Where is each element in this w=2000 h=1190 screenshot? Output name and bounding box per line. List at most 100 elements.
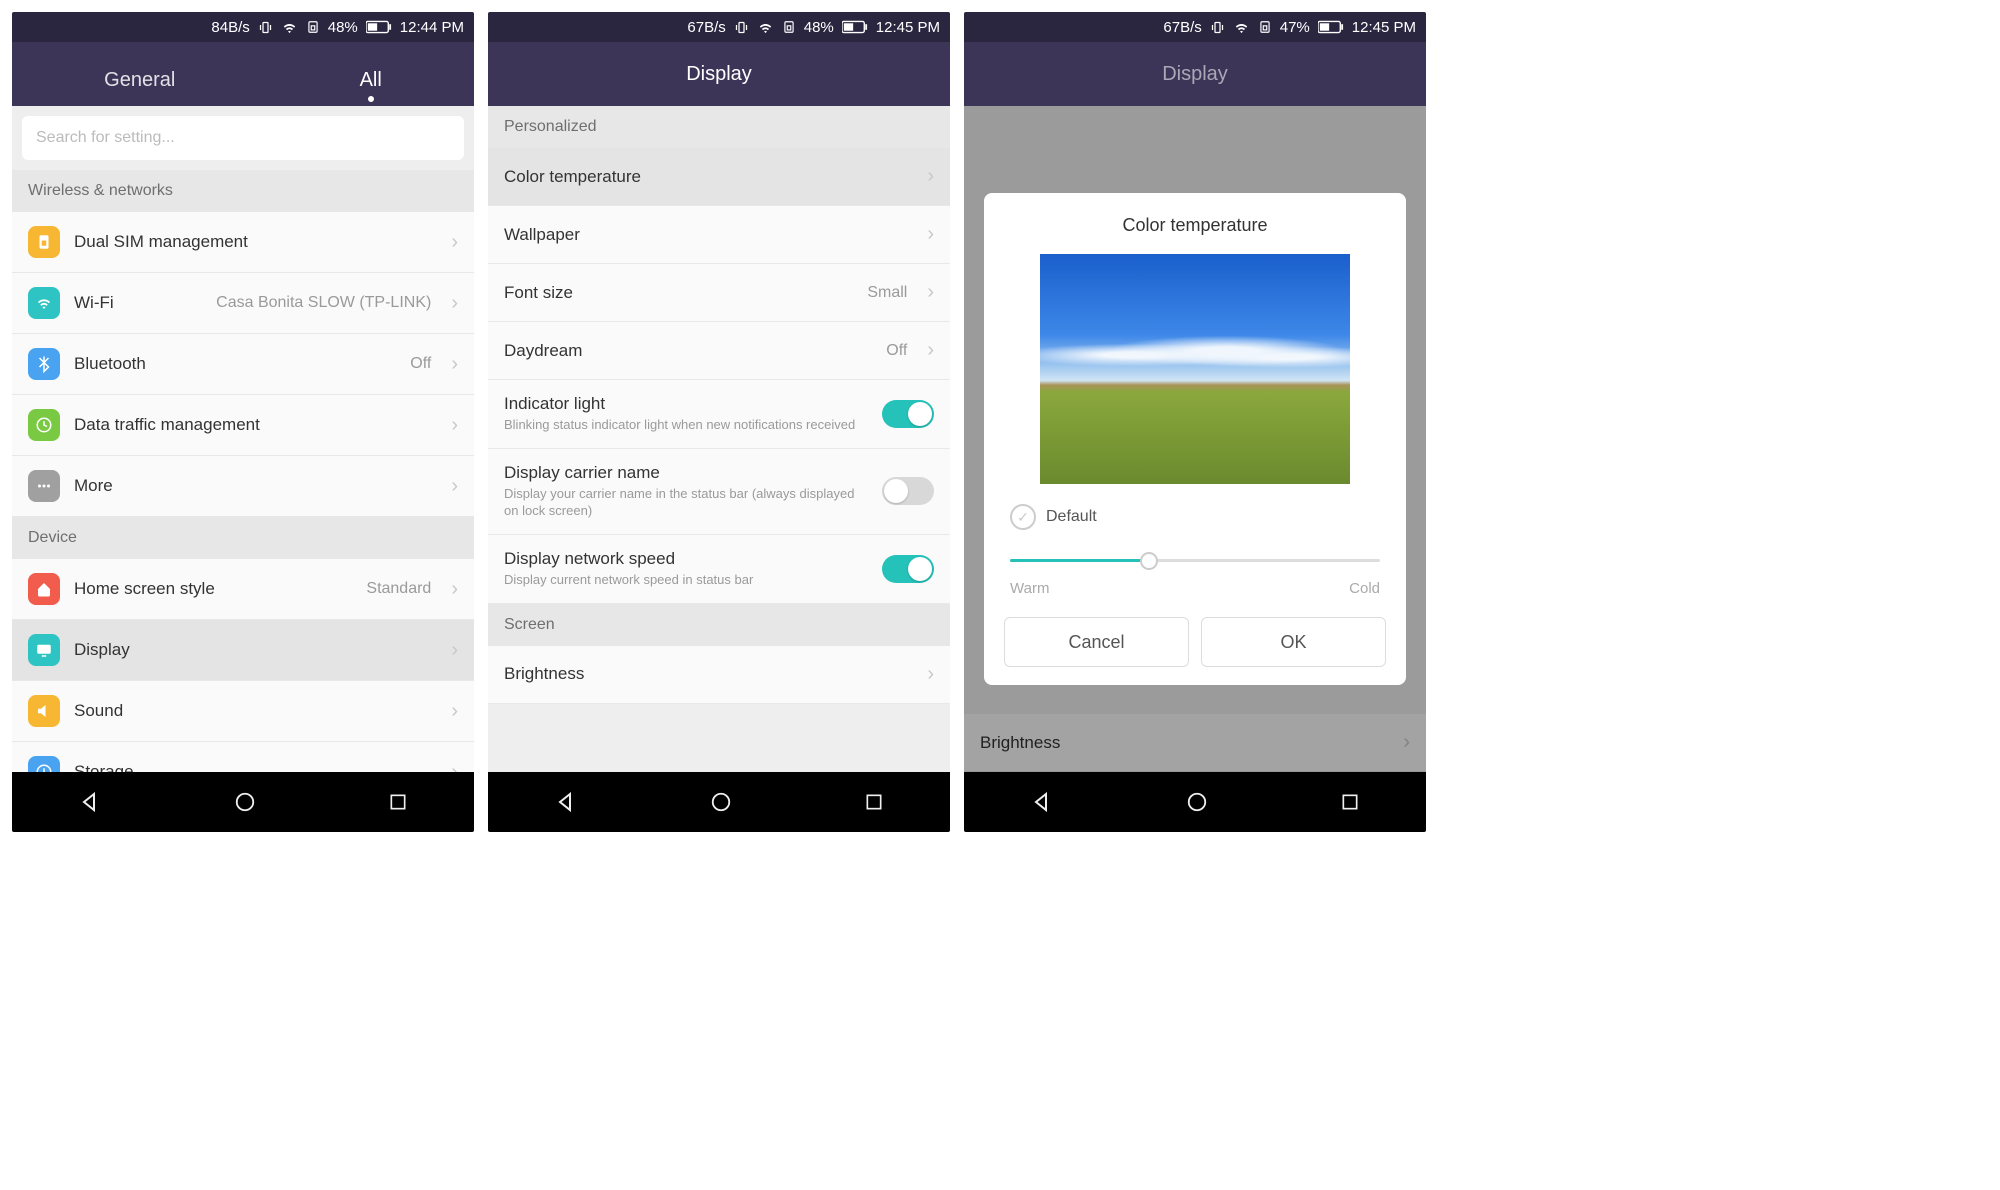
- row-daydream[interactable]: Daydream Off ›: [488, 322, 950, 380]
- chevron-right-icon: ›: [927, 339, 934, 362]
- modal-overlay[interactable]: Color temperature ✓ Default Warm Cold Ca…: [964, 106, 1426, 772]
- sim-icon: [782, 20, 796, 34]
- row-home-screen-style[interactable]: Home screen styleStandard›: [12, 559, 474, 620]
- sim-icon: [1258, 20, 1272, 34]
- dialog-buttons: Cancel OK: [1004, 617, 1386, 667]
- toggle[interactable]: [882, 555, 934, 583]
- row-more[interactable]: More ›: [12, 456, 474, 517]
- sim-icon: [306, 20, 320, 34]
- row-sub: Blinking status indicator light when new…: [504, 417, 868, 434]
- phone-display-settings: 67B/s 48% 12:45 PM Display Personalized …: [488, 12, 950, 832]
- phone-color-temperature-dialog: 67B/s 47% 12:45 PM Display Brightness › …: [964, 12, 1426, 832]
- row-indicator-light[interactable]: Indicator lightBlinking status indicator…: [488, 380, 950, 449]
- row-color-temperature[interactable]: Color temperature›: [488, 148, 950, 206]
- chevron-right-icon: ›: [927, 663, 934, 686]
- nav-home[interactable]: [234, 791, 256, 813]
- tab-all[interactable]: All: [360, 69, 382, 106]
- chevron-right-icon: ›: [927, 223, 934, 246]
- clock: 12:45 PM: [1352, 19, 1416, 36]
- row-value: Off: [886, 342, 907, 360]
- clock: 12:44 PM: [400, 19, 464, 36]
- row-brightness[interactable]: Brightness ›: [488, 646, 950, 704]
- nav-home[interactable]: [1186, 791, 1208, 813]
- toggle[interactable]: [882, 477, 934, 505]
- slider-fill: [1010, 559, 1147, 562]
- battery-percent: 48%: [328, 19, 358, 36]
- nav-bar: [488, 772, 950, 832]
- label-brightness: Brightness: [504, 664, 913, 684]
- battery-icon: [366, 20, 392, 34]
- label-warm: Warm: [1010, 580, 1049, 597]
- nav-bar: [12, 772, 474, 832]
- network-speed: 67B/s: [687, 19, 725, 36]
- row-value: Casa Bonita SLOW (TP-LINK): [216, 294, 431, 312]
- temperature-slider[interactable]: [1010, 546, 1380, 576]
- slider-labels: Warm Cold: [1004, 580, 1386, 617]
- color-temperature-dialog: Color temperature ✓ Default Warm Cold Ca…: [984, 193, 1406, 685]
- label-cold: Cold: [1349, 580, 1380, 597]
- row-display-network-speed[interactable]: Display network speedDisplay current net…: [488, 535, 950, 604]
- row-sub: Display your carrier name in the status …: [504, 486, 868, 520]
- battery-percent: 48%: [804, 19, 834, 36]
- nav-back[interactable]: [1030, 790, 1054, 814]
- phone-settings-all: 84B/s 48% 12:44 PM General All Search fo…: [12, 12, 474, 832]
- row-data-traffic-management[interactable]: Data traffic management ›: [12, 395, 474, 456]
- row-font-size[interactable]: Font sizeSmall›: [488, 264, 950, 322]
- default-checkbox-row[interactable]: ✓ Default: [1004, 504, 1386, 546]
- page-title: Display: [686, 63, 752, 86]
- row-bluetooth[interactable]: BluetoothOff›: [12, 334, 474, 395]
- row-display-carrier-name[interactable]: Display carrier nameDisplay your carrier…: [488, 449, 950, 535]
- chevron-right-icon: ›: [451, 761, 458, 773]
- display-icon: [28, 634, 60, 666]
- row-label: Storage: [74, 762, 437, 772]
- preview-image: [1040, 254, 1350, 484]
- status-bar: 84B/s 48% 12:44 PM: [12, 12, 474, 42]
- slider-thumb[interactable]: [1140, 552, 1158, 570]
- display-body: Personalized Color temperature›Wallpaper…: [488, 106, 950, 772]
- nav-recent[interactable]: [864, 792, 884, 812]
- nav-bar: [964, 772, 1426, 832]
- row-sound[interactable]: Sound›: [12, 681, 474, 742]
- row-label: More: [74, 476, 437, 496]
- page-title: Display: [1162, 63, 1228, 86]
- chevron-right-icon: ›: [451, 475, 458, 498]
- tab-general[interactable]: General: [104, 69, 175, 106]
- nav-back[interactable]: [78, 790, 102, 814]
- toggle[interactable]: [882, 400, 934, 428]
- search-input[interactable]: Search for setting...: [22, 116, 464, 160]
- chevron-right-icon: ›: [451, 578, 458, 601]
- default-label: Default: [1046, 508, 1097, 526]
- row-label: Bluetooth: [74, 354, 396, 374]
- search-placeholder: Search for setting...: [36, 129, 175, 147]
- storage-icon: [28, 756, 60, 772]
- row-label: Color temperature: [504, 167, 913, 187]
- row-label: Daydream: [504, 341, 872, 361]
- cancel-button[interactable]: Cancel: [1004, 617, 1189, 667]
- page-title-bar: Display: [964, 42, 1426, 106]
- nav-home[interactable]: [710, 791, 732, 813]
- bt-icon: [28, 348, 60, 380]
- network-speed: 84B/s: [211, 19, 249, 36]
- row-value: Small: [867, 284, 907, 302]
- row-wi-fi[interactable]: Wi-FiCasa Bonita SLOW (TP-LINK)›: [12, 273, 474, 334]
- row-dual-sim-management[interactable]: Dual SIM management›: [12, 212, 474, 273]
- row-wallpaper[interactable]: Wallpaper›: [488, 206, 950, 264]
- row-label: Data traffic management: [74, 415, 437, 435]
- battery-percent: 47%: [1280, 19, 1310, 36]
- row-display[interactable]: Display›: [12, 620, 474, 681]
- nav-recent[interactable]: [1340, 792, 1360, 812]
- ok-button[interactable]: OK: [1201, 617, 1386, 667]
- chevron-right-icon: ›: [451, 414, 458, 437]
- nav-back[interactable]: [554, 790, 578, 814]
- vibrate-icon: [734, 20, 749, 35]
- nav-recent[interactable]: [388, 792, 408, 812]
- row-label: Display: [74, 640, 437, 660]
- clock: 12:45 PM: [876, 19, 940, 36]
- checkbox-icon[interactable]: ✓: [1010, 504, 1036, 530]
- row-storage[interactable]: Storage ›: [12, 742, 474, 772]
- chevron-right-icon: ›: [451, 700, 458, 723]
- more-icon: [28, 470, 60, 502]
- sim-icon: [28, 226, 60, 258]
- chevron-right-icon: ›: [451, 231, 458, 254]
- status-bar: 67B/s 48% 12:45 PM: [488, 12, 950, 42]
